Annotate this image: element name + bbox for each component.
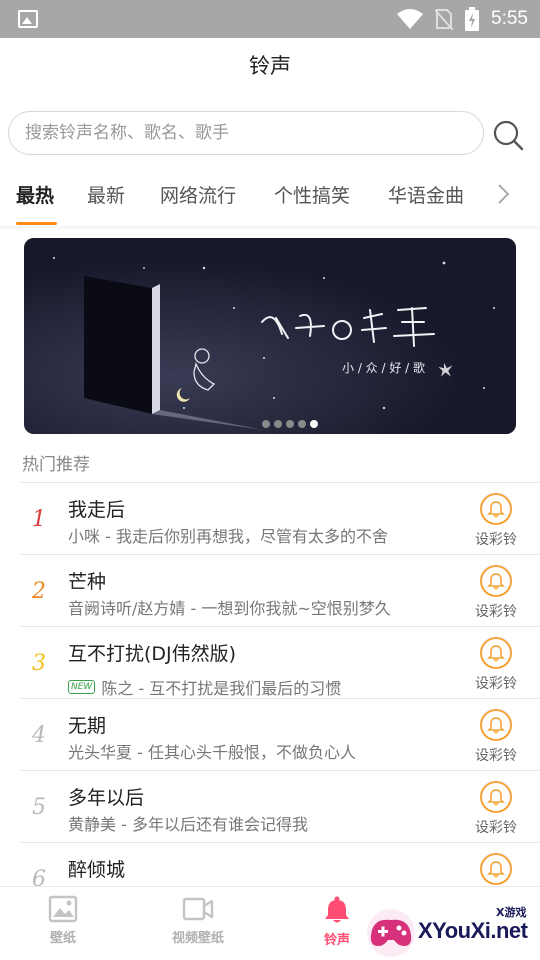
new-badge: NEW — [68, 680, 96, 694]
carousel-dot-active[interactable] — [310, 420, 318, 428]
list-item[interactable]: 4 无期 光头华夏 - 任其心头千般恨，不做负心人 设彩铃 — [20, 698, 540, 770]
song-title: 醉倾城 — [68, 859, 126, 881]
tabs-divider — [0, 226, 540, 230]
list-item[interactable]: 5 多年以后 黄静美 - 多年以后还有谁会记得我 设彩铃 — [20, 770, 540, 842]
set-ringtone-button[interactable]: 设彩铃 — [474, 565, 518, 621]
set-ringtone-label: 设彩铃 — [475, 532, 517, 548]
nav-wallpaper-label: 壁纸 — [49, 931, 76, 946]
banner-artwork: 小 / 众 / 好 / 歌 — [24, 238, 516, 434]
image-icon — [48, 895, 78, 923]
bell-icon — [325, 896, 349, 923]
set-ringtone-button[interactable]: 设彩铃 — [474, 781, 518, 837]
carousel-dot[interactable] — [286, 420, 294, 428]
bell-icon — [480, 637, 512, 669]
song-title: 无期 — [68, 715, 107, 737]
rank-number: 5 — [32, 795, 46, 820]
watermark: X游戏 XYouXi.net — [366, 898, 540, 960]
bell-icon — [480, 493, 512, 525]
song-list: 1 我走后 小咪 - 我走后你别再想我，尽管有太多的不舍 设彩铃 2 芒种 音阙… — [20, 482, 540, 914]
list-item[interactable]: 2 芒种 音阙诗听/赵方婧 - 一想到你我就~空恨别梦久 设彩铃 — [20, 554, 540, 626]
carousel-dots — [24, 420, 516, 428]
bell-icon — [480, 853, 512, 885]
gamepad-logo-icon — [367, 909, 415, 957]
tab-chinese-classics[interactable]: 华语金曲 — [388, 166, 464, 222]
chevron-right-icon[interactable] — [494, 182, 514, 206]
carousel-dot[interactable] — [262, 420, 270, 428]
bell-icon — [480, 781, 512, 813]
song-desc: 小咪 - 我走后你别再想我，尽管有太多的不舍 — [68, 523, 388, 547]
set-ringtone-label: 设彩铃 — [475, 604, 517, 620]
carousel-dot[interactable] — [274, 420, 282, 428]
rank-number: 2 — [32, 579, 46, 604]
set-ringtone-label: 设彩铃 — [475, 820, 517, 836]
nav-video-wallpaper[interactable]: 视频壁纸 — [172, 895, 224, 946]
carousel-dot[interactable] — [298, 420, 306, 428]
song-desc: 黄静美 - 多年以后还有谁会记得我 — [68, 811, 308, 835]
set-ringtone-button[interactable]: 设彩铃 — [474, 493, 518, 549]
watermark-site: XYouXi.net — [418, 918, 528, 943]
song-desc-text: 光头华夏 - 任其心头千般恨，不做负心人 — [68, 743, 356, 762]
section-title: 热门推荐 — [22, 455, 90, 475]
nav-ringtone-label: 铃声 — [323, 933, 350, 948]
set-ringtone-button[interactable]: 设彩铃 — [474, 637, 518, 693]
tab-newest[interactable]: 最新 — [87, 166, 125, 222]
song-title: 我走后 — [68, 499, 126, 521]
set-ringtone-button[interactable]: 设彩铃 — [474, 709, 518, 765]
bell-icon — [480, 565, 512, 597]
song-desc-text: 黄静美 - 多年以后还有谁会记得我 — [68, 815, 308, 834]
battery-charging-icon — [465, 7, 480, 31]
tab-internet-popular[interactable]: 网络流行 — [160, 166, 236, 222]
banner-carousel[interactable]: 小 / 众 / 好 / 歌 — [24, 238, 516, 434]
rank-number: 3 — [32, 651, 46, 676]
status-icons: 5:55 — [397, 0, 528, 38]
list-item[interactable]: 1 我走后 小咪 - 我走后你别再想我，尽管有太多的不舍 设彩铃 — [20, 482, 540, 554]
page-title: 铃声 — [249, 54, 291, 78]
title-bar: 铃声 — [0, 38, 540, 92]
rank-number: 4 — [32, 723, 46, 748]
rank-number: 1 — [32, 507, 46, 532]
tab-hottest[interactable]: 最热 — [16, 166, 54, 222]
active-tab-indicator — [16, 222, 57, 225]
song-desc: 音阙诗听/赵方婧 - 一想到你我就~空恨别梦久 — [68, 595, 391, 619]
banner-subtitle-art: 小 / 众 / 好 / 歌 — [342, 360, 425, 375]
song-title: 互不打扰(DJ伟然版) — [68, 643, 237, 665]
set-ringtone-label: 设彩铃 — [475, 676, 517, 692]
nav-wallpaper[interactable]: 壁纸 — [48, 895, 78, 946]
song-title: 多年以后 — [68, 787, 145, 809]
wifi-icon — [397, 9, 424, 29]
song-desc: 光头华夏 - 任其心头千般恨，不做负心人 — [68, 739, 356, 763]
video-icon — [182, 897, 214, 921]
search-input[interactable] — [25, 123, 483, 143]
tab-funny[interactable]: 个性搞笑 — [274, 166, 350, 222]
song-desc-text: 陈之 - 互不打扰是我们最后的习惯 — [101, 679, 342, 698]
song-title: 芒种 — [68, 571, 107, 593]
category-tabs: 最热 最新 网络流行 个性搞笑 华语金曲 — [0, 166, 540, 226]
set-ringtone-button[interactable] — [474, 853, 518, 885]
song-desc-text: 音阙诗听/赵方婧 - 一想到你我就~空恨别梦久 — [68, 599, 391, 618]
nav-video-wallpaper-label: 视频壁纸 — [172, 931, 225, 946]
nav-ringtone[interactable]: 铃声 — [322, 895, 352, 948]
set-ringtone-label: 设彩铃 — [475, 748, 517, 764]
song-desc: NEW 陈之 - 互不打扰是我们最后的习惯 — [68, 675, 341, 699]
bell-icon — [480, 709, 512, 741]
no-sim-icon — [435, 9, 454, 30]
gallery-notification-icon — [18, 10, 38, 28]
song-desc-text: 小咪 - 我走后你别再想我，尽管有太多的不舍 — [68, 527, 388, 546]
list-item[interactable]: 3 互不打扰(DJ伟然版) NEW 陈之 - 互不打扰是我们最后的习惯 设彩铃 — [20, 626, 540, 698]
search-icon[interactable] — [490, 117, 526, 153]
status-bar: 5:55 — [0, 0, 540, 38]
status-time: 5:55 — [491, 8, 528, 29]
search-box[interactable] — [8, 111, 484, 155]
